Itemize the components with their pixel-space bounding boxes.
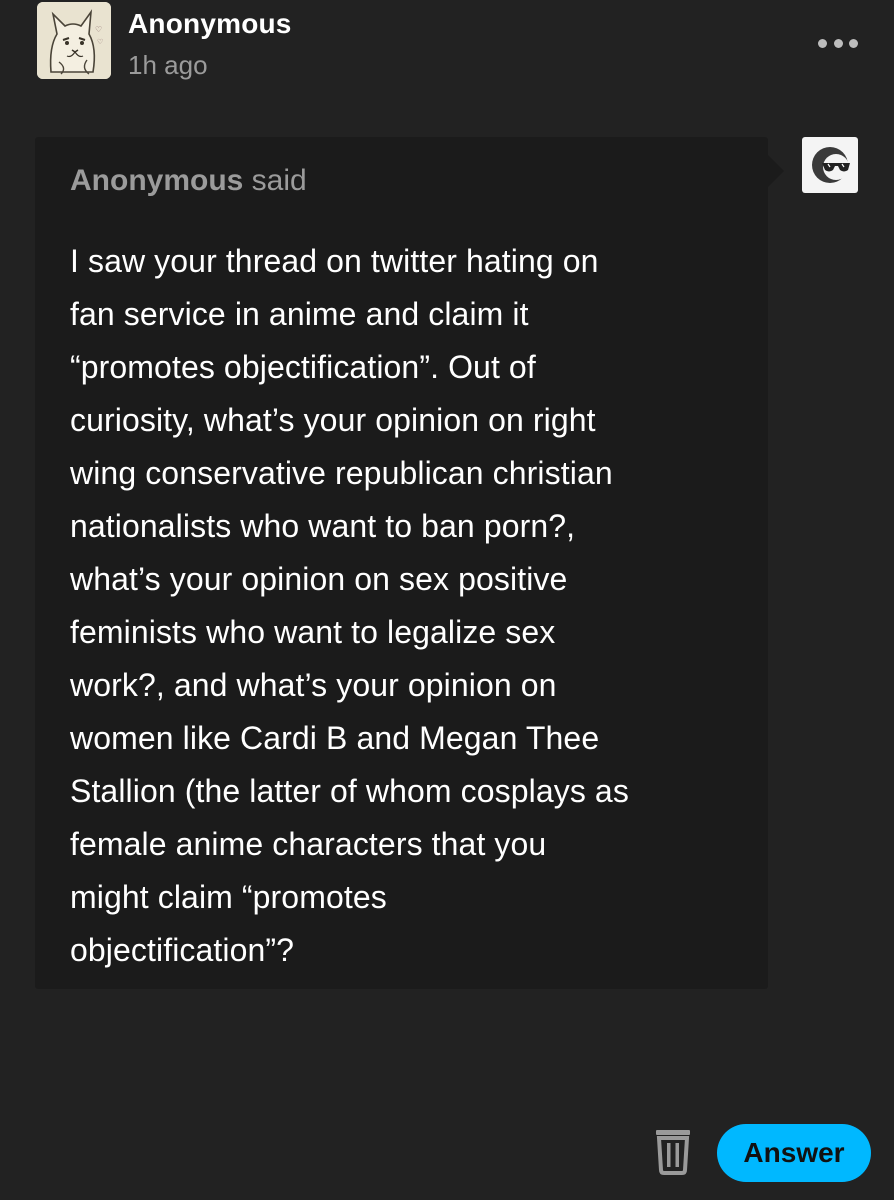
asker-said-label: said [243, 164, 307, 197]
sunglasses-face-icon [812, 147, 850, 183]
asker-avatar[interactable] [802, 137, 858, 193]
cat-sketch-avatar-icon: ♡ ♡ [37, 2, 111, 79]
answer-button[interactable]: Answer [717, 1124, 871, 1182]
more-options-icon-dot [849, 38, 858, 48]
more-options-icon-dot [833, 38, 843, 48]
author-avatar[interactable]: ♡ ♡ [37, 2, 111, 79]
delete-button[interactable] [652, 1126, 694, 1176]
question-text: I saw your thread on twitter hating on f… [70, 243, 629, 968]
svg-text:♡: ♡ [97, 38, 103, 46]
post-timestamp: 1h ago [128, 50, 208, 80]
svg-text:♡: ♡ [95, 25, 102, 34]
post-author-name[interactable]: Anonymous [128, 8, 292, 40]
asker-name[interactable]: Anonymous [70, 164, 243, 197]
more-options-button[interactable] [818, 28, 858, 58]
asker-line: Anonymous said [70, 164, 307, 198]
ask-bubble: Anonymous said I saw your thread on twit… [35, 137, 784, 989]
ask-post: ♡ ♡ Anonymous 1h ago Anonymous said I sa… [0, 0, 894, 1200]
more-options-icon [818, 38, 827, 48]
trash-icon [656, 1130, 690, 1175]
